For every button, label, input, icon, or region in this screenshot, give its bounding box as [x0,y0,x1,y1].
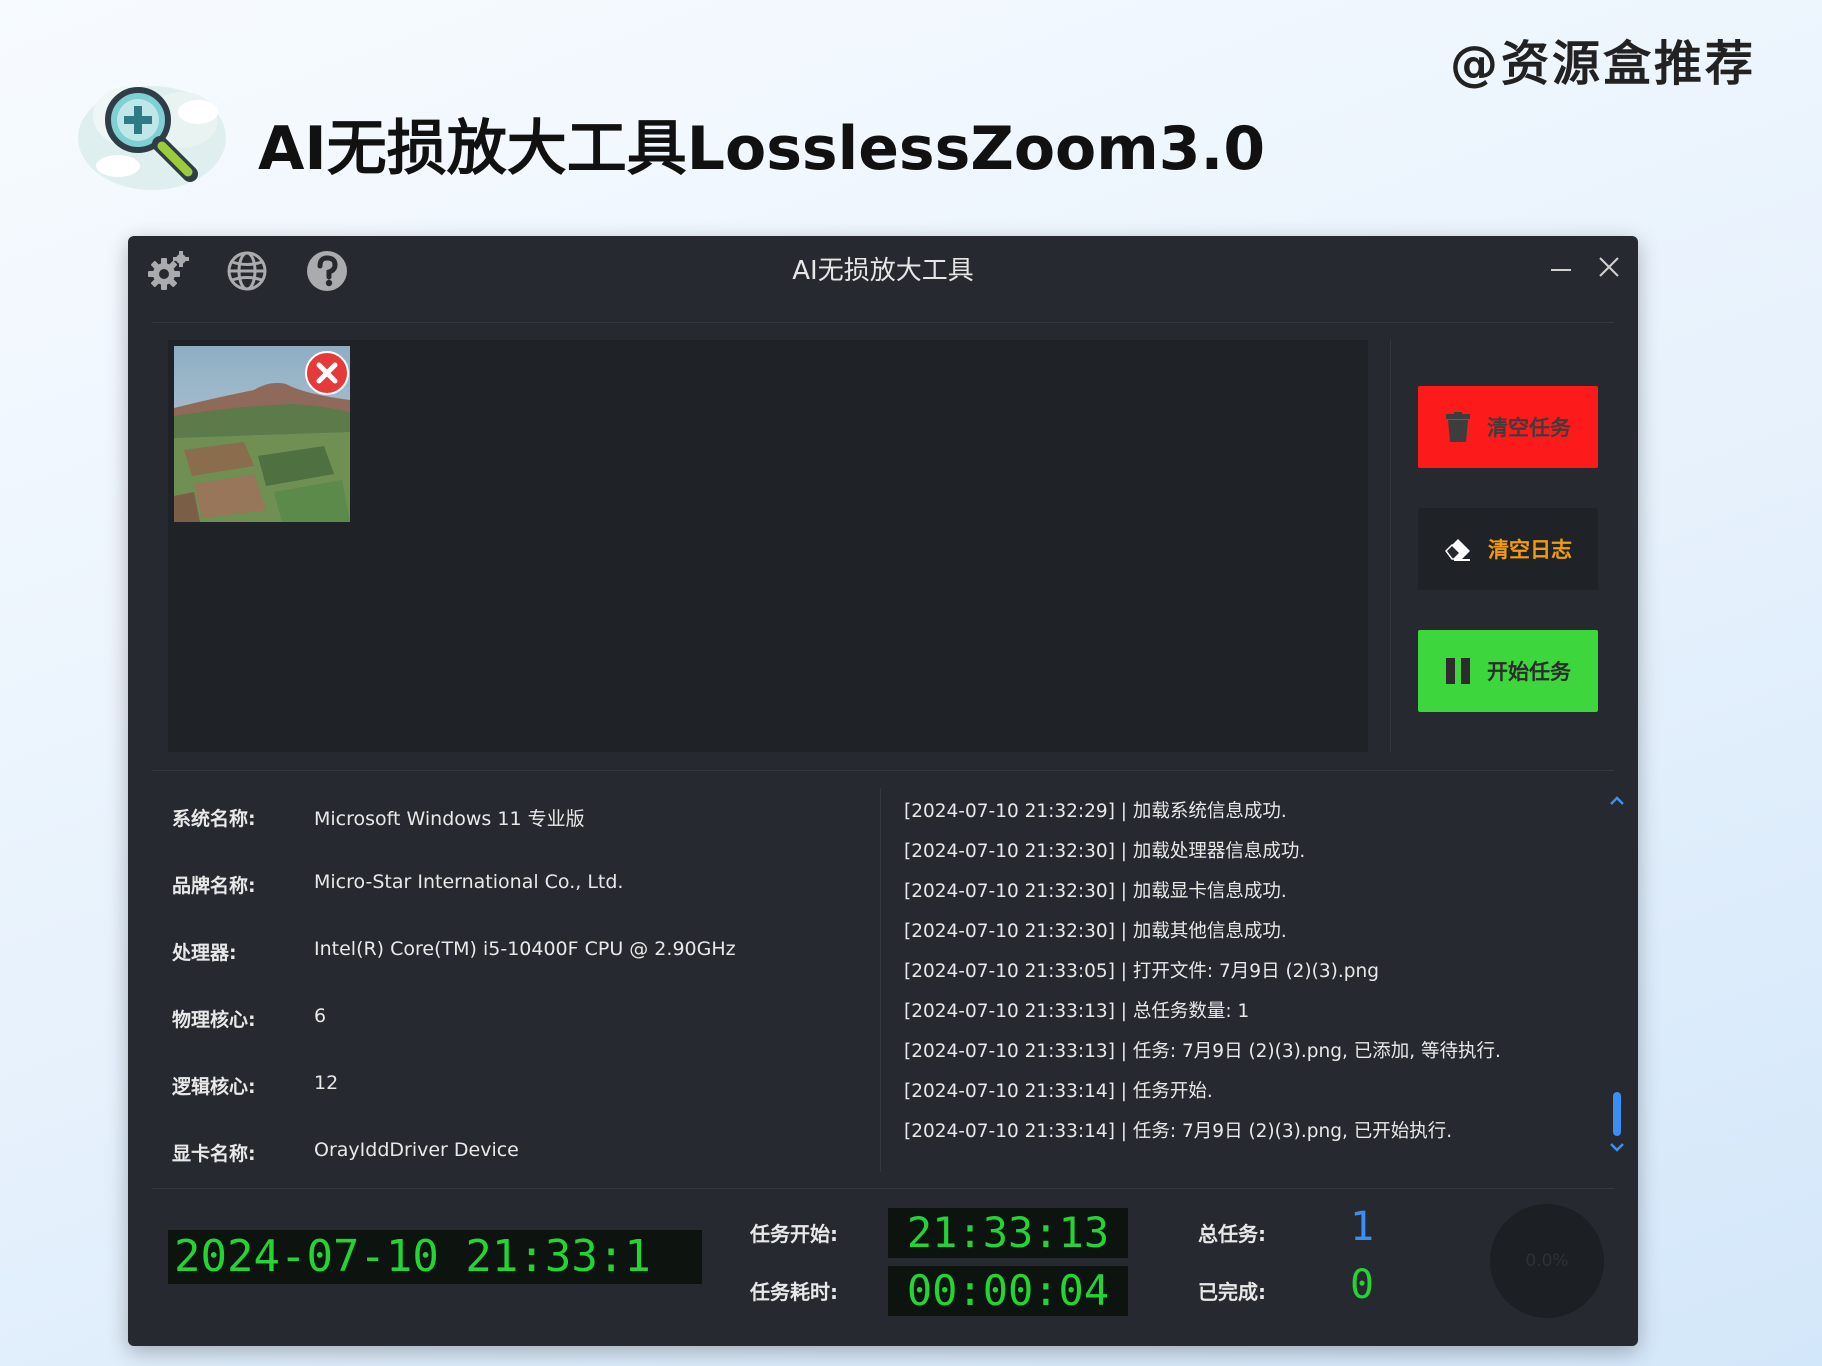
completed-label: 已完成: [1198,1280,1266,1304]
start-task-button[interactable]: 开始任务 [1418,630,1598,712]
info-value: OrayIddDriver Device [314,1139,519,1161]
info-label: 物理核心: [172,1009,256,1031]
info-value: Intel(R) Core(TM) i5-10400F CPU @ 2.90GH… [314,938,736,960]
info-label: 显卡名称: [172,1143,256,1165]
info-value: Microsoft Windows 11 专业版 [314,808,585,830]
info-label: 处理器: [172,942,237,964]
chevron-up-icon [1610,796,1624,805]
page-headline: AI无损放大工具LosslessZoom3.0 [258,114,1266,184]
title-bar: AI无损放大工具 [128,236,1638,318]
divider [152,322,1614,323]
chevron-down-icon [1610,1143,1624,1152]
log-line: [2024-07-10 21:33:05] | 打开文件: 7月9日 (2)(3… [904,961,1379,982]
log-line: [2024-07-10 21:32:30] | 加载其他信息成功. [904,921,1287,942]
clear-log-button[interactable]: 清空日志 [1418,508,1598,590]
info-value: Micro-Star International Co., Ltd. [314,871,624,893]
info-label: 品牌名称: [172,875,256,897]
task-start-label: 任务开始: [750,1222,838,1246]
divider [880,788,881,1172]
app-window: AI无损放大工具 清空任务 清空日志 开始任务 系统名称: Microsoft … [128,236,1638,1346]
log-panel[interactable]: [2024-07-10 21:32:29] | 加载系统信息成功. [2024-… [904,792,1594,1172]
info-label: 逻辑核心: [172,1076,256,1098]
task-list-area[interactable] [168,340,1368,752]
pause-icon [1446,658,1470,684]
clear-tasks-button[interactable]: 清空任务 [1418,386,1598,468]
elapsed-label: 任务耗时: [750,1280,838,1304]
divider [152,770,1614,771]
clock-display: 2024-07-10 21:33:1 [168,1230,702,1284]
log-line: [2024-07-10 21:33:14] | 任务: 7月9日 (2)(3).… [904,1121,1453,1142]
divider [1390,340,1391,752]
thumbnail-item[interactable] [174,346,350,522]
eraser-icon [1445,539,1470,561]
total-tasks-value: 1 [1350,1204,1375,1250]
info-label: 系统名称: [172,808,256,830]
progress-ring: 0.0% [1490,1204,1604,1318]
window-title: AI无损放大工具 [792,256,974,286]
log-scrollbar[interactable] [1606,792,1628,1158]
trash-icon [1446,412,1470,442]
elapsed-display: 00:00:04 [888,1266,1128,1316]
magnifier-cloud-logo [78,86,226,190]
start-task-label: 开始任务 [1487,660,1571,684]
log-line: [2024-07-10 21:33:14] | 任务开始. [904,1081,1213,1102]
divider [152,1188,1614,1189]
log-line: [2024-07-10 21:33:13] | 总任务数量: 1 [904,1001,1250,1022]
clear-log-label: 清空日志 [1488,538,1572,562]
log-line: [2024-07-10 21:32:30] | 加载处理器信息成功. [904,841,1306,862]
task-start-display: 21:33:13 [888,1208,1128,1258]
scrollbar-thumb [1613,1092,1621,1136]
progress-percent: 0.0% [1525,1251,1569,1271]
info-value: 12 [314,1072,339,1094]
info-value: 6 [314,1005,327,1027]
remove-icon[interactable] [304,350,350,396]
log-line: [2024-07-10 21:32:29] | 加载系统信息成功. [904,801,1287,822]
close-icon[interactable] [1592,250,1626,284]
page-tag: @资源盒推荐 [1449,36,1756,92]
total-tasks-label: 总任务: [1198,1222,1266,1246]
minimize-icon[interactable] [1544,250,1578,284]
completed-value: 0 [1350,1262,1375,1308]
log-line: [2024-07-10 21:33:13] | 任务: 7月9日 (2)(3).… [904,1041,1501,1062]
clear-tasks-label: 清空任务 [1487,416,1571,440]
log-line: [2024-07-10 21:32:30] | 加载显卡信息成功. [904,881,1287,902]
